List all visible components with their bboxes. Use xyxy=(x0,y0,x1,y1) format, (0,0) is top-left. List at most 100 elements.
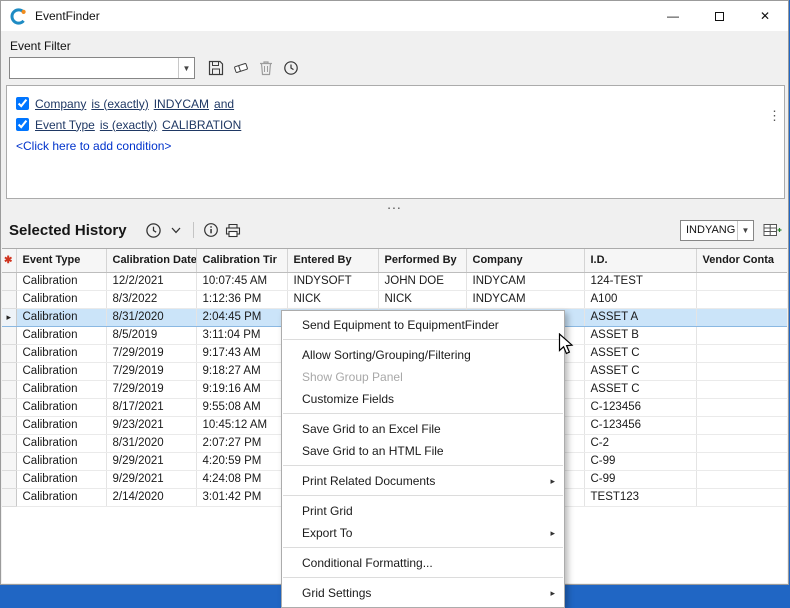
selector-column-header[interactable]: ✱ xyxy=(2,249,16,272)
submenu-arrow-icon: ▸ xyxy=(550,528,555,539)
cell-event-type: Calibration xyxy=(16,326,106,344)
row-selector[interactable] xyxy=(2,344,16,362)
info-button[interactable] xyxy=(200,219,222,241)
column-header-calibration-time[interactable]: Calibration Tir xyxy=(196,249,287,272)
condition-field-link[interactable]: Company xyxy=(35,97,86,111)
print-button[interactable] xyxy=(222,219,244,241)
cell-calibration-time: 2:07:27 PM xyxy=(196,434,287,452)
column-header-id[interactable]: I.D. xyxy=(584,249,696,272)
menu-item[interactable]: Print Grid xyxy=(282,500,564,522)
row-selector[interactable] xyxy=(2,488,16,506)
condition-operator-link[interactable]: is (exactly) xyxy=(91,97,148,111)
cell-calibration-time: 9:19:16 AM xyxy=(196,380,287,398)
mouse-cursor-icon xyxy=(558,333,576,357)
condition-value-link[interactable]: CALIBRATION xyxy=(162,118,241,132)
panel-resize-handle[interactable] xyxy=(768,108,781,124)
minimize-button[interactable]: — xyxy=(650,1,696,31)
cell-vendor-contact xyxy=(696,362,787,380)
clear-filter-button[interactable] xyxy=(228,57,253,79)
menu-item-label: Grid Settings xyxy=(302,586,550,600)
cell-vendor-contact xyxy=(696,434,787,452)
maximize-button[interactable] xyxy=(696,1,742,31)
grid-layout-button[interactable] xyxy=(761,219,783,241)
history-dropdown-button[interactable] xyxy=(165,219,187,241)
menu-separator xyxy=(283,465,563,466)
delete-filter-button[interactable] xyxy=(253,57,278,79)
filter-condition-row: Event Type is (exactly) CALIBRATION xyxy=(16,114,775,135)
row-selector[interactable] xyxy=(2,326,16,344)
cell-id: ASSET C xyxy=(584,344,696,362)
cell-vendor-contact xyxy=(696,326,787,344)
cell-vendor-contact xyxy=(696,308,787,326)
menu-item[interactable]: Grid Settings▸ xyxy=(282,582,564,604)
row-selector[interactable] xyxy=(2,452,16,470)
column-header-vendor-contact[interactable]: Vendor Conta xyxy=(696,249,787,272)
cell-calibration-date: 7/29/2019 xyxy=(106,344,196,362)
chevron-down-icon[interactable]: ▼ xyxy=(737,221,753,240)
cell-event-type: Calibration xyxy=(16,398,106,416)
condition-operator-link[interactable]: is (exactly) xyxy=(100,118,157,132)
cell-id: C-123456 xyxy=(584,416,696,434)
menu-item[interactable]: Conditional Formatting... xyxy=(282,552,564,574)
cell-vendor-contact xyxy=(696,398,787,416)
splitter-handle[interactable] xyxy=(1,198,788,210)
row-selector[interactable] xyxy=(2,470,16,488)
menu-item[interactable]: Save Grid to an HTML File xyxy=(282,440,564,462)
row-selector[interactable] xyxy=(2,416,16,434)
row-selector[interactable] xyxy=(2,272,16,290)
filter-active-icon: ✱ xyxy=(4,255,12,266)
chevron-down-icon[interactable]: ▼ xyxy=(178,58,194,78)
save-icon xyxy=(208,60,224,76)
condition-conjunction-link[interactable]: and xyxy=(214,97,234,111)
cell-event-type: Calibration xyxy=(16,362,106,380)
cell-event-type: Calibration xyxy=(16,290,106,308)
row-selector[interactable] xyxy=(2,398,16,416)
column-header-entered-by[interactable]: Entered By xyxy=(287,249,378,272)
printer-icon xyxy=(225,223,241,238)
menu-item-label: Export To xyxy=(302,526,550,540)
table-row[interactable]: Calibration 8/3/2022 1:12:36 PM NICK NIC… xyxy=(2,290,787,308)
row-selector[interactable] xyxy=(2,290,16,308)
cell-id: C-99 xyxy=(584,452,696,470)
filter-history-button[interactable] xyxy=(278,57,303,79)
menu-item-label: Show Group Panel xyxy=(302,370,555,384)
menu-item[interactable]: Save Grid to an Excel File xyxy=(282,418,564,440)
save-filter-button[interactable] xyxy=(203,57,228,79)
column-header-performed-by[interactable]: Performed By xyxy=(378,249,466,272)
condition-value-link[interactable]: INDYCAM xyxy=(154,97,209,111)
filter-preset-combo[interactable]: ▼ xyxy=(9,57,195,79)
cell-entered-by: INDYSOFT xyxy=(287,272,378,290)
close-button[interactable]: ✕ xyxy=(742,1,788,31)
user-combo[interactable]: INDYANG ▼ xyxy=(680,220,754,241)
condition-checkbox[interactable] xyxy=(16,118,29,131)
condition-field-link[interactable]: Event Type xyxy=(35,118,95,132)
cell-vendor-contact xyxy=(696,272,787,290)
menu-item[interactable]: Customize Fields xyxy=(282,388,564,410)
column-header-event-type[interactable]: Event Type xyxy=(16,249,106,272)
menu-item-label: Conditional Formatting... xyxy=(302,556,555,570)
row-selector[interactable] xyxy=(2,434,16,452)
menu-item[interactable]: Export To▸ xyxy=(282,522,564,544)
table-row[interactable]: Calibration 12/2/2021 10:07:45 AM INDYSO… xyxy=(2,272,787,290)
column-header-calibration-date[interactable]: Calibration Date xyxy=(106,249,196,272)
info-icon xyxy=(203,222,219,238)
menu-item[interactable]: Allow Sorting/Grouping/Filtering xyxy=(282,344,564,366)
row-selector[interactable] xyxy=(2,380,16,398)
condition-checkbox[interactable] xyxy=(16,97,29,110)
cell-event-type: Calibration xyxy=(16,434,106,452)
cell-event-type: Calibration xyxy=(16,452,106,470)
menu-item[interactable]: Print Related Documents▸ xyxy=(282,470,564,492)
column-header-company[interactable]: Company xyxy=(466,249,584,272)
cell-id: 124-TEST xyxy=(584,272,696,290)
menu-item[interactable]: Send Equipment to EquipmentFinder xyxy=(282,314,564,336)
chevron-down-icon xyxy=(171,227,181,234)
grid-layout-icon xyxy=(763,222,782,238)
filter-toolbar: ▼ xyxy=(9,57,303,79)
history-clock-button[interactable] xyxy=(143,219,165,241)
row-selector[interactable] xyxy=(2,362,16,380)
cell-calibration-date: 12/2/2021 xyxy=(106,272,196,290)
add-condition-link[interactable]: <Click here to add condition> xyxy=(16,136,775,156)
cell-id: TEST123 xyxy=(584,488,696,506)
header-row: ✱ Event Type Calibration Date Calibratio… xyxy=(2,249,787,272)
row-selector[interactable] xyxy=(2,308,16,326)
